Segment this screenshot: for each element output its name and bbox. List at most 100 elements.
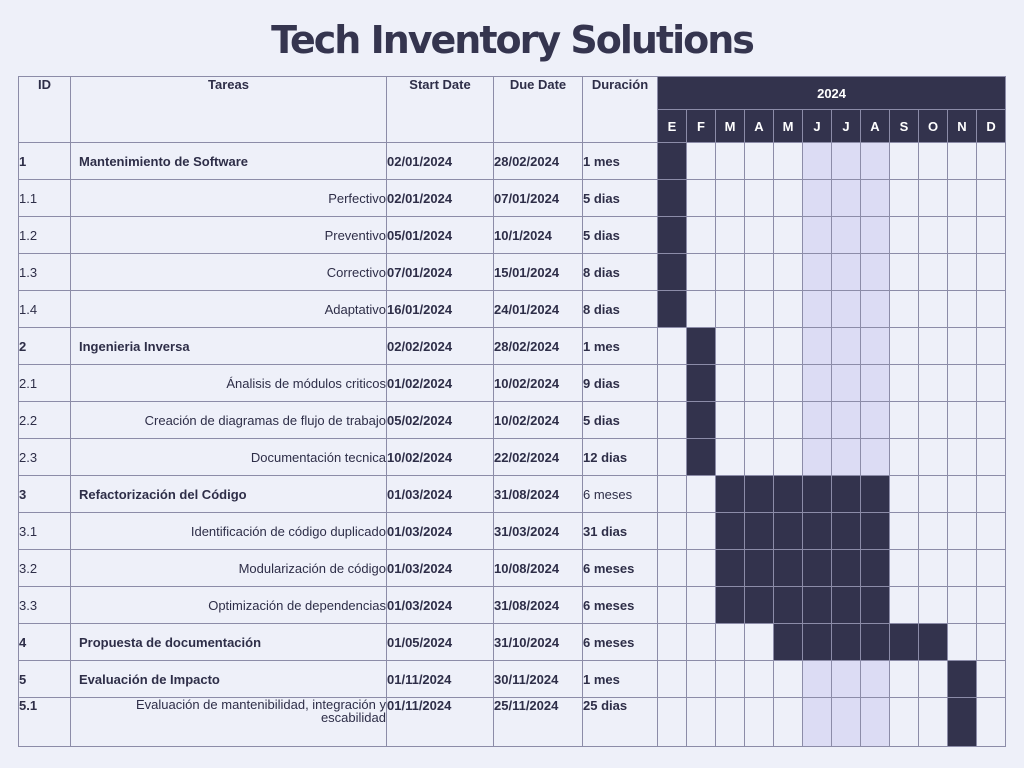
gantt-cell xyxy=(975,438,1007,476)
month-header: D xyxy=(975,109,1007,143)
gantt-bar-cell xyxy=(715,475,745,513)
gantt-cell xyxy=(918,327,948,365)
gantt-cell xyxy=(773,253,803,291)
gantt-cell xyxy=(918,179,948,217)
gantt-cell xyxy=(802,179,832,217)
gantt-cell xyxy=(860,660,890,698)
row-start-date: 05/01/2024 xyxy=(386,216,494,254)
gantt-bar-cell xyxy=(744,549,774,587)
gantt-cell xyxy=(773,364,803,402)
gantt-cell xyxy=(657,364,687,402)
row-due-date: 30/11/2024 xyxy=(493,660,583,698)
month-header: N xyxy=(947,109,977,143)
gantt-cell xyxy=(831,327,861,365)
gantt-cell xyxy=(657,512,687,550)
gantt-bar-cell xyxy=(860,475,890,513)
row-due-date: 31/08/2024 xyxy=(493,586,583,624)
row-task: Identificación de código duplicado xyxy=(70,512,387,550)
gantt-cell xyxy=(831,660,861,698)
gantt-cell xyxy=(802,216,832,254)
gantt-cell xyxy=(918,438,948,476)
gantt-bar-cell xyxy=(918,623,948,661)
month-header: J xyxy=(831,109,861,143)
gantt-cell xyxy=(802,290,832,328)
gantt-cell xyxy=(975,290,1007,328)
gantt-cell xyxy=(860,401,890,439)
row-id: 1.2 xyxy=(18,216,71,254)
gantt-cell xyxy=(686,623,716,661)
gantt-cell xyxy=(860,697,890,747)
gantt-bar-cell xyxy=(773,623,803,661)
gantt-bar-cell xyxy=(860,623,890,661)
row-start-date: 01/03/2024 xyxy=(386,475,494,513)
gantt-cell xyxy=(947,401,977,439)
gantt-cell xyxy=(975,475,1007,513)
gantt-cell xyxy=(889,660,919,698)
gantt-cell xyxy=(715,327,745,365)
gantt-bar-cell xyxy=(889,623,919,661)
row-duration: 8 dias xyxy=(582,290,658,328)
header-start-date: Start Date xyxy=(386,76,494,143)
row-due-date: 31/03/2024 xyxy=(493,512,583,550)
gantt-cell xyxy=(860,216,890,254)
gantt-cell xyxy=(831,697,861,747)
gantt-cell xyxy=(947,142,977,180)
gantt-bar-cell xyxy=(860,586,890,624)
row-due-date: 31/10/2024 xyxy=(493,623,583,661)
gantt-bar-cell xyxy=(744,475,774,513)
row-start-date: 01/03/2024 xyxy=(386,586,494,624)
gantt-cell xyxy=(860,364,890,402)
row-start-date: 02/01/2024 xyxy=(386,142,494,180)
gantt-cell xyxy=(773,438,803,476)
table-row: 5 Evaluación de Impacto 01/11/2024 30/11/20… xyxy=(18,660,1007,698)
gantt-cell xyxy=(802,253,832,291)
gantt-bar-cell xyxy=(773,586,803,624)
row-due-date: 28/02/2024 xyxy=(493,142,583,180)
gantt-cell xyxy=(918,216,948,254)
gantt-bar-cell xyxy=(773,512,803,550)
task-label: Ánalisis de módulos criticos xyxy=(226,375,386,391)
gantt-cell xyxy=(831,290,861,328)
gantt-cell xyxy=(715,290,745,328)
gantt-cell xyxy=(975,401,1007,439)
row-task: Creación de diagramas de flujo de trabaj… xyxy=(70,401,387,439)
gantt-cell xyxy=(889,179,919,217)
row-duration: 31 dias xyxy=(582,512,658,550)
row-due-date: 10/02/2024 xyxy=(493,364,583,402)
gantt-cell xyxy=(889,549,919,587)
task-label: Creación de diagramas de flujo de trabaj… xyxy=(144,412,386,428)
row-duration: 25 dias xyxy=(582,697,658,747)
row-task: Evaluación de mantenibilidad, integració… xyxy=(70,697,387,747)
table-row: 2.1 Ánalisis de módulos criticos 01/02/202… xyxy=(18,364,1007,402)
row-id: 2.3 xyxy=(18,438,71,476)
month-header: A xyxy=(744,109,774,143)
gantt-bar-cell xyxy=(947,660,977,698)
header-task: Tareas xyxy=(70,76,387,143)
gantt-cell xyxy=(744,327,774,365)
gantt-bar-cell xyxy=(715,586,745,624)
row-duration: 5 dias xyxy=(582,216,658,254)
gantt-cell xyxy=(686,475,716,513)
row-start-date: 01/02/2024 xyxy=(386,364,494,402)
gantt-cell xyxy=(657,401,687,439)
gantt-cell xyxy=(715,623,745,661)
gantt-bar-cell xyxy=(686,327,716,365)
gantt-cell xyxy=(947,216,977,254)
row-due-date: 24/01/2024 xyxy=(493,290,583,328)
gantt-cell xyxy=(975,512,1007,550)
row-start-date: 01/03/2024 xyxy=(386,549,494,587)
gantt-cell xyxy=(947,179,977,217)
row-task: Adaptativo xyxy=(70,290,387,328)
gantt-cell xyxy=(831,253,861,291)
task-label: Ingenieria Inversa xyxy=(79,338,190,354)
gantt-bar-cell xyxy=(686,401,716,439)
gantt-cell xyxy=(744,660,774,698)
row-id: 3.3 xyxy=(18,586,71,624)
row-due-date: 10/1/2024 xyxy=(493,216,583,254)
gantt-bar-cell xyxy=(773,475,803,513)
gantt-cell xyxy=(686,142,716,180)
row-duration: 1 mes xyxy=(582,142,658,180)
gantt-bar-cell xyxy=(831,586,861,624)
row-start-date: 07/01/2024 xyxy=(386,253,494,291)
gantt-cell xyxy=(773,216,803,254)
